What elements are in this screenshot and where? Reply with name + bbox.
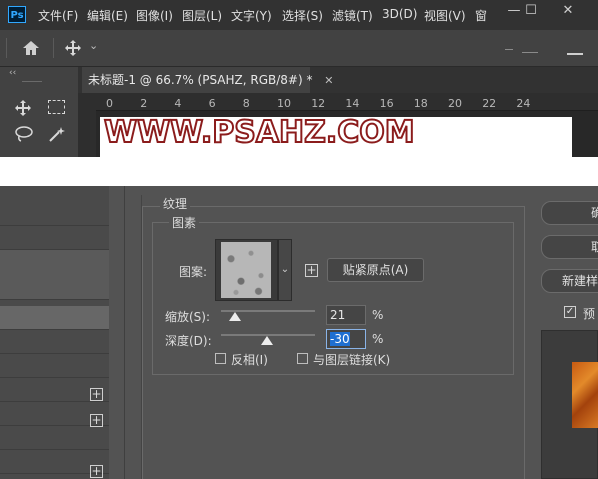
scale-input[interactable]: 21 (326, 305, 366, 325)
dash-icon (522, 52, 538, 53)
ruler-tick-label: 20 (448, 97, 462, 110)
menu-filter[interactable]: 滤镜(T) (332, 7, 373, 24)
list-item[interactable] (0, 250, 109, 300)
close-tab-icon[interactable]: ✕ (324, 74, 333, 87)
depth-input[interactable]: -30 (326, 329, 366, 349)
add-effect-button[interactable]: + (90, 465, 103, 478)
home-icon[interactable] (22, 40, 40, 56)
percent-sign: % (372, 332, 384, 346)
invert-checkbox[interactable] (215, 353, 226, 364)
ruler-tick-label: 6 (208, 97, 216, 110)
ruler-tick-label: 24 (516, 97, 531, 110)
lasso-tool-icon[interactable] (14, 125, 34, 143)
document-tab-title: 未标题-1 @ 66.7% (PSAHZ, RGB/8#) * (88, 73, 313, 87)
add-effect-button[interactable]: + (90, 414, 103, 427)
depth-slider-thumb[interactable] (260, 336, 273, 345)
photoshop-logo-icon: Ps (8, 6, 26, 23)
style-preview-swatch (572, 362, 598, 428)
menu-edit[interactable]: 编辑(E) (87, 7, 128, 24)
cancel-button[interactable]: 取 (541, 235, 598, 259)
divider (53, 38, 54, 58)
divider (6, 38, 7, 58)
grip (22, 81, 42, 82)
menu-type[interactable]: 文字(Y) (231, 7, 272, 24)
ruler-corner (78, 93, 96, 110)
menu-view[interactable]: 视图(V) (424, 7, 466, 24)
new-preset-button[interactable]: + (305, 264, 318, 277)
ruler-tick-label: 22 (482, 97, 497, 110)
menu-3d[interactable]: 3D(D) (382, 7, 417, 21)
list-item[interactable] (0, 202, 109, 226)
tools-panel: ‹‹ 0 (0, 67, 87, 157)
depth-label: 深度(D): (165, 334, 212, 348)
ruler-tick-label: 10 (277, 97, 291, 110)
workspace-icon[interactable] (567, 53, 583, 55)
add-effect-button[interactable]: + (90, 388, 103, 401)
menu-file[interactable]: 文件(F) (38, 7, 78, 24)
watermark-text: WWW.PSAHZ.COM (103, 114, 416, 151)
texture-section-title: 纹理 (160, 195, 191, 212)
restore-button[interactable]: ☐ (514, 0, 548, 24)
pattern-dropdown-chevron-icon[interactable]: ⌄ (278, 239, 292, 301)
menu-image[interactable]: 图像(I) (136, 7, 173, 24)
percent-sign: % (372, 308, 384, 322)
preview-label: 预 (583, 307, 596, 321)
move-icon[interactable] (64, 39, 82, 57)
marquee-tool-icon[interactable] (48, 100, 65, 114)
list-item[interactable] (0, 330, 109, 354)
dash-icon (505, 49, 513, 50)
link-with-layer-checkbox[interactable] (297, 353, 308, 364)
ok-button[interactable]: 确 (541, 201, 598, 225)
list-item[interactable] (0, 426, 109, 450)
new-style-button[interactable]: 新建样 (541, 269, 598, 293)
ruler-tick-label: 4 (174, 97, 182, 110)
link-with-layer-label: 与图层链接(K) (313, 353, 391, 367)
document-tab[interactable]: 未标题-1 @ 66.7% (PSAHZ, RGB/8#) * ✕ (82, 67, 334, 93)
menu-select[interactable]: 选择(S) (282, 7, 323, 24)
menu-bar: Ps 文件(F) 编辑(E) 图像(I) 图层(L) 文字(Y) 选择(S) 滤… (0, 0, 598, 30)
menu-layer[interactable]: 图层(L) (182, 7, 222, 24)
scale-slider-thumb[interactable] (229, 312, 242, 321)
move-tool-icon[interactable] (14, 99, 32, 117)
ruler-tick-label: 16 (379, 97, 394, 110)
pattern-preview (221, 242, 271, 298)
divider (124, 186, 125, 479)
ruler-tick-label: 2 (140, 97, 148, 110)
elements-group-title: 图素 (169, 214, 200, 231)
ruler-tick-label: 8 (242, 97, 250, 110)
style-list: + + + (0, 186, 109, 479)
ruler-tick-label: 0 (106, 97, 113, 110)
scale-label: 缩放(S): (165, 310, 211, 324)
menu-window[interactable]: 窗 (475, 7, 487, 24)
list-item[interactable] (0, 354, 109, 378)
options-bar: ⌄ (0, 30, 598, 67)
close-window-button[interactable]: ✕ (551, 0, 585, 24)
list-item[interactable] (0, 226, 109, 250)
white-gap (0, 157, 598, 186)
preview-checkbox[interactable]: ✓ (564, 306, 576, 318)
magic-wand-tool-icon[interactable] (47, 125, 67, 143)
ruler-tick-label: 12 (311, 97, 326, 110)
depth-input-selection: -30 (330, 332, 350, 346)
ruler-tick-label: 14 (345, 97, 360, 110)
snap-to-origin-button[interactable]: 贴紧原点(A) (327, 258, 424, 282)
chevron-down-icon[interactable]: ⌄ (89, 39, 98, 52)
list-item-selected[interactable] (0, 306, 109, 330)
pattern-label: 图案: (179, 265, 208, 279)
vertical-ruler (78, 110, 96, 157)
ruler-tick-label: 18 (413, 97, 428, 110)
collapse-panel-icon[interactable]: ‹‹ (9, 68, 16, 78)
invert-label: 反相(I) (231, 353, 268, 367)
